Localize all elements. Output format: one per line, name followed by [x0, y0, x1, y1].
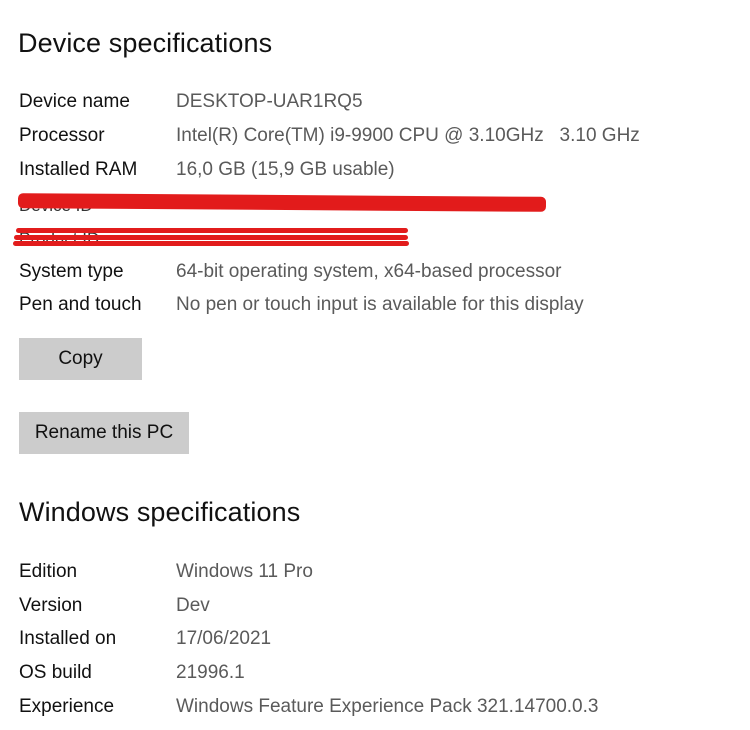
spec-value: Windows 11 Pro [176, 561, 313, 582]
redaction-mark [22, 199, 542, 208]
spec-row-edition: Edition Windows 11 Pro [19, 557, 719, 587]
spec-row-os-build: OS build 21996.1 [19, 658, 719, 688]
spec-value: No pen or touch input is available for t… [176, 294, 584, 315]
redaction-mark [13, 241, 409, 246]
redaction-mark [14, 235, 408, 240]
spec-label: Installed on [19, 628, 117, 649]
spec-value: Windows Feature Experience Pack 321.1470… [176, 696, 599, 717]
spec-label: Pen and touch [19, 294, 142, 315]
spec-row-version: Version Dev [19, 591, 719, 621]
spec-label: Device name [19, 91, 130, 112]
spec-value: 21996.1 [176, 662, 245, 683]
spec-value: 16,0 GB (15,9 GB usable) [176, 159, 395, 180]
spec-value: Dev [176, 595, 210, 616]
redaction-mark [16, 228, 408, 233]
device-specifications-heading: Device specifications [18, 28, 273, 58]
spec-label: Processor [19, 125, 105, 146]
spec-label: OS build [19, 662, 92, 683]
spec-row-pen-and-touch: Pen and touch No pen or touch input is a… [19, 290, 719, 320]
spec-value: 64-bit operating system, x64-based proce… [176, 261, 562, 282]
spec-label: Installed RAM [19, 159, 138, 180]
spec-row-installed-ram: Installed RAM 16,0 GB (15,9 GB usable) [19, 155, 719, 185]
spec-label: System type [19, 261, 124, 282]
windows-specifications-heading: Windows specifications [19, 497, 301, 527]
spec-label: Experience [19, 696, 115, 717]
spec-value: Intel(R) Core(TM) i9-9900 CPU @ 3.10GHz … [176, 125, 640, 146]
spec-row-device-name: Device name DESKTOP-UAR1RQ5 [19, 87, 719, 117]
rename-pc-button[interactable]: Rename this PC [19, 412, 189, 454]
spec-value: 17/06/2021 [176, 628, 272, 649]
spec-row-experience: Experience Windows Feature Experience Pa… [19, 692, 719, 722]
spec-row-installed-on: Installed on 17/06/2021 [19, 624, 719, 654]
spec-label: Version [19, 595, 83, 616]
copy-button[interactable]: Copy [19, 338, 142, 380]
spec-row-processor: Processor Intel(R) Core(TM) i9-9900 CPU … [19, 121, 719, 151]
spec-row-system-type: System type 64-bit operating system, x64… [19, 257, 719, 287]
spec-label: Edition [19, 561, 78, 582]
spec-value: DESKTOP-UAR1RQ5 [176, 91, 363, 112]
